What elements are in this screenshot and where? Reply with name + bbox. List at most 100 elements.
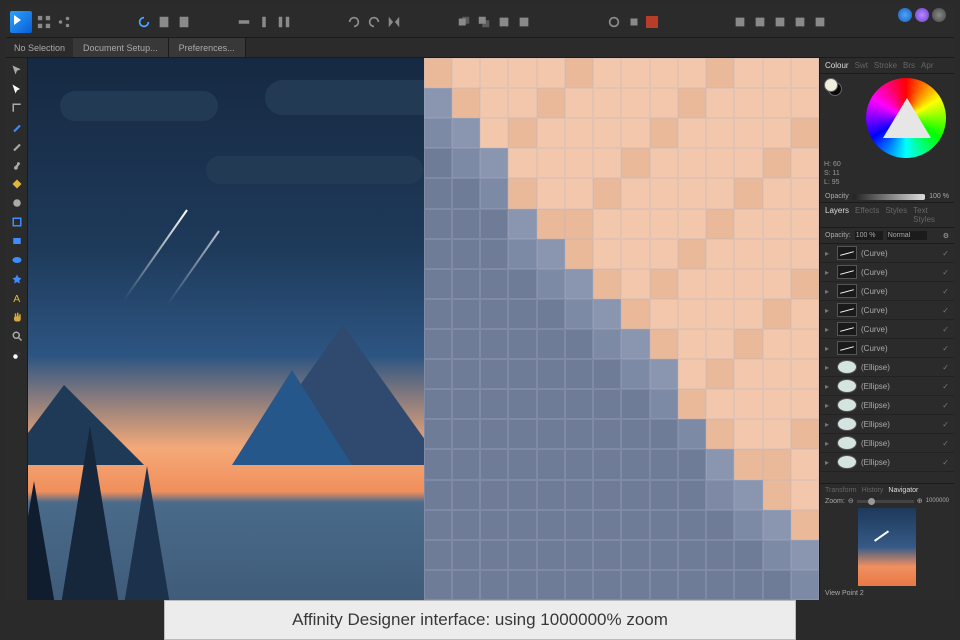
opacity-label: Opacity [825, 193, 849, 200]
share-icon[interactable] [56, 14, 72, 30]
align-v-icon[interactable] [276, 14, 292, 30]
layer-row[interactable]: ▸(Curve)✓ [820, 263, 954, 282]
tab-colour[interactable]: Colour [825, 61, 849, 70]
fill-tool[interactable] [9, 176, 25, 192]
move-tool[interactable] [9, 62, 25, 78]
node-tool[interactable] [9, 81, 25, 97]
arrange-icon[interactable] [456, 14, 472, 30]
navigator-thumbnail[interactable] [858, 508, 916, 586]
tab-effects[interactable]: Effects [855, 206, 879, 224]
app-logo [10, 11, 32, 33]
tab-appearance[interactable]: Apr [921, 61, 933, 70]
layer-row[interactable]: ▸(Ellipse)✓ [820, 453, 954, 472]
layer-row[interactable]: ▸(Curve)✓ [820, 339, 954, 358]
layer-row[interactable]: ▸(Curve)✓ [820, 301, 954, 320]
brush-tool[interactable] [9, 157, 25, 173]
snap2-icon[interactable] [626, 14, 642, 30]
tab-navigator[interactable]: Navigator [888, 487, 918, 494]
layer-row[interactable]: ▸(Curve)✓ [820, 282, 954, 301]
hsl-h: H: 60 [824, 160, 950, 169]
grid-icon[interactable] [36, 14, 52, 30]
layer-row[interactable]: ▸(Ellipse)✓ [820, 415, 954, 434]
align-c-icon[interactable] [256, 14, 272, 30]
int-icon[interactable] [772, 14, 788, 30]
ellipse-tool[interactable] [9, 252, 25, 268]
rect-tool[interactable] [9, 233, 25, 249]
context-bar: No Selection Document Setup... Preferenc… [6, 38, 954, 58]
caption-bar: Affinity Designer interface: using 10000… [164, 600, 796, 640]
opacity-value: 100 % [929, 193, 949, 200]
selection-status: No Selection [6, 43, 73, 53]
snap-icon[interactable] [606, 14, 622, 30]
pan-tool[interactable] [9, 309, 25, 325]
zoom-label: Zoom: [825, 498, 845, 505]
rotate-r-icon[interactable] [366, 14, 382, 30]
layer-row[interactable]: ▸(Ellipse)✓ [820, 396, 954, 415]
text-tool[interactable]: A [9, 290, 25, 306]
svg-text:A: A [13, 293, 20, 304]
tab-brushes[interactable]: Brs [903, 61, 915, 70]
gear-icon[interactable]: ⚙ [943, 232, 949, 240]
align-h-icon[interactable] [236, 14, 252, 30]
arrange3-icon[interactable] [496, 14, 512, 30]
doc2-icon[interactable] [176, 14, 192, 30]
tab-stroke[interactable]: Stroke [874, 61, 897, 70]
persona-switcher [898, 8, 946, 22]
layer-row[interactable]: ▸(Ellipse)✓ [820, 377, 954, 396]
star-tool[interactable] [9, 271, 25, 287]
canvas-normal[interactable] [28, 58, 424, 600]
layer-opacity-input[interactable] [855, 231, 883, 240]
tab-history[interactable]: History [862, 487, 884, 494]
comb-icon[interactable] [812, 14, 828, 30]
div-icon[interactable] [792, 14, 808, 30]
transparency-tool[interactable] [9, 195, 25, 211]
canvas-zoomed[interactable] [424, 58, 820, 600]
color-picker-tool[interactable] [9, 347, 25, 363]
persona-pixel[interactable] [915, 8, 929, 22]
hsl-l: L: 95 [824, 178, 950, 187]
color-wheel-panel: H: 60 S: 11 L: 95 [820, 74, 954, 191]
corner-tool[interactable] [9, 100, 25, 116]
top-toolbar [6, 6, 954, 38]
layer-opacity-label: Opacity: [825, 232, 851, 239]
crop-tool[interactable] [9, 214, 25, 230]
zoom-tool[interactable] [9, 328, 25, 344]
zoom-slider[interactable] [857, 500, 914, 503]
layer-row[interactable]: ▸(Ellipse)✓ [820, 358, 954, 377]
flip-h-icon[interactable] [386, 14, 402, 30]
viewpoint-label: View Point 2 [825, 588, 949, 597]
layer-row[interactable]: ▸(Ellipse)✓ [820, 434, 954, 453]
layer-blend-input[interactable] [887, 231, 927, 240]
zoom-in-icon[interactable]: ⊕ [917, 497, 923, 505]
hsl-s: S: 11 [824, 169, 950, 178]
tab-transform[interactable]: Transform [825, 487, 857, 494]
fill-swatch[interactable] [646, 16, 658, 28]
right-panels: Colour Swt Stroke Brs Apr H: 60 S: 11 [819, 58, 954, 600]
pencil-tool[interactable] [9, 138, 25, 154]
tool-strip: A [6, 58, 28, 600]
color-panel-tabs: Colour Swt Stroke Brs Apr [820, 58, 954, 74]
add-icon[interactable] [732, 14, 748, 30]
persona-export[interactable] [932, 8, 946, 22]
preferences-tab[interactable]: Preferences... [169, 38, 246, 57]
sub-icon[interactable] [752, 14, 768, 30]
color-wheel[interactable] [866, 78, 946, 158]
tab-styles[interactable]: Styles [885, 206, 907, 224]
doc-setup-tab[interactable]: Document Setup... [73, 38, 169, 57]
tab-layers[interactable]: Layers [825, 206, 849, 224]
opacity-slider[interactable] [853, 194, 925, 200]
rotate-l-icon[interactable] [346, 14, 362, 30]
layer-row[interactable]: ▸(Curve)✓ [820, 320, 954, 339]
sync-icon[interactable] [136, 14, 152, 30]
persona-designer[interactable] [898, 8, 912, 22]
zoom-out-icon[interactable]: ⊖ [848, 497, 854, 505]
pen-tool[interactable] [9, 119, 25, 135]
layer-list: ▸(Curve)✓▸(Curve)✓▸(Curve)✓▸(Curve)✓▸(Cu… [820, 244, 954, 483]
arrange4-icon[interactable] [516, 14, 532, 30]
layer-row[interactable]: ▸(Curve)✓ [820, 244, 954, 263]
doc-icon[interactable] [156, 14, 172, 30]
arrange2-icon[interactable] [476, 14, 492, 30]
tab-textstyles[interactable]: Text Styles [913, 206, 949, 224]
zoom-value: 1000000 [926, 498, 949, 504]
tab-swatches[interactable]: Swt [855, 61, 868, 70]
